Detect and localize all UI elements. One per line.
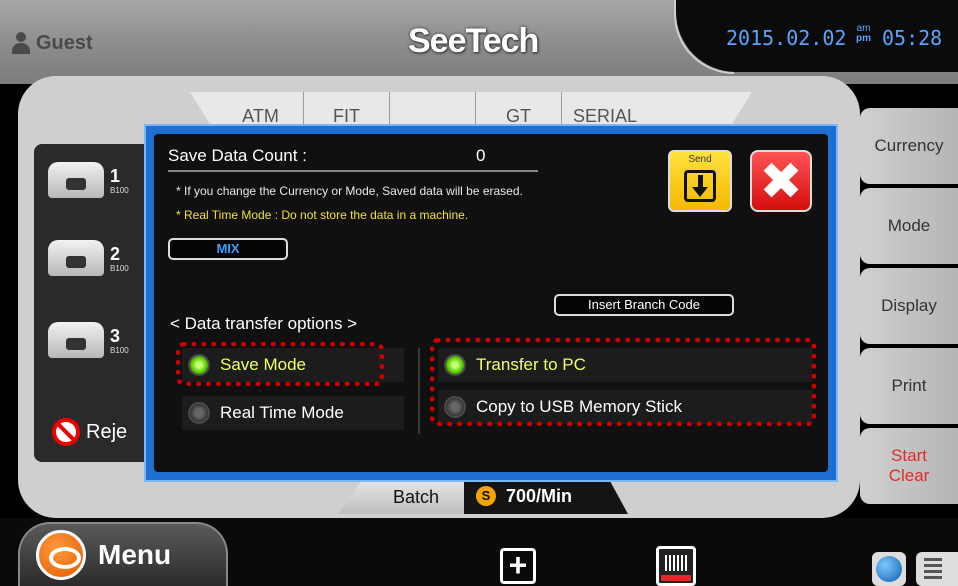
date-display: 2015.02.02 xyxy=(726,26,847,50)
save-mode-highlight xyxy=(176,342,384,386)
prohibited-icon xyxy=(52,418,80,446)
user-indicator: Guest xyxy=(12,28,93,58)
transfer-target-highlight xyxy=(430,338,816,426)
tab-blank[interactable] xyxy=(390,92,476,126)
clock-panel: 2015.02.02 am pm 05:28 xyxy=(674,0,958,74)
batch-label[interactable]: Batch xyxy=(338,478,464,514)
device-number: 2 xyxy=(110,244,121,264)
dialog-body: Save Data Count : 0 * If you change the … xyxy=(154,134,828,472)
download-arrow-icon xyxy=(684,170,716,202)
tab-gt[interactable]: GT xyxy=(476,92,562,126)
options-divider xyxy=(418,348,420,434)
speed-icon: S xyxy=(476,486,496,506)
add-button[interactable]: + xyxy=(500,548,536,584)
ampm-indicator: am pm xyxy=(856,24,871,44)
device-item-2[interactable]: 2 B100 xyxy=(34,226,154,300)
speed-value: 700/Min xyxy=(506,485,573,506)
radio-unselected-icon xyxy=(188,402,210,424)
print-tray-icon xyxy=(661,575,691,581)
tab-fit[interactable]: FIT xyxy=(304,92,390,126)
receipt-print-button[interactable] xyxy=(656,546,696,586)
mix-button[interactable]: MIX xyxy=(168,238,288,260)
display-button[interactable]: Display xyxy=(860,268,958,344)
device-model: B100 xyxy=(110,346,129,355)
pm-label: pm xyxy=(856,33,871,44)
counting-machine-icon xyxy=(48,322,104,358)
currency-button[interactable]: Currency xyxy=(860,108,958,184)
currency-warning-note: * If you change the Currency or Mode, Sa… xyxy=(176,184,523,198)
counting-machine-icon xyxy=(48,240,104,276)
device-model: B100 xyxy=(110,186,129,195)
user-icon xyxy=(12,32,30,54)
speed-indicator[interactable]: S 700/Min xyxy=(464,478,628,514)
device-item-1[interactable]: 1 B100 xyxy=(34,148,154,222)
side-menu: Currency Mode Display Print Start Clear xyxy=(860,108,958,508)
device-number: 3 xyxy=(110,326,121,346)
time-display: 05:28 xyxy=(882,26,943,50)
device-list: 1 B100 2 B100 3 B100 xyxy=(34,144,154,462)
mode-button[interactable]: Mode xyxy=(860,188,958,264)
reject-label: Reje xyxy=(86,420,128,443)
menu-button[interactable]: Menu xyxy=(18,522,228,586)
device-model: B100 xyxy=(110,264,129,273)
device-number: 1 xyxy=(110,166,121,186)
send-label: Send xyxy=(688,154,712,165)
brand-logo: SeeTech xyxy=(408,22,539,60)
status-bar: Batch S 700/Min xyxy=(338,478,628,514)
real-time-mode-label: Real Time Mode xyxy=(220,403,344,422)
barcode-icon xyxy=(665,555,687,571)
close-button[interactable]: ✖ xyxy=(750,150,812,212)
top-bar: Guest SeeTech 2015.02.02 am pm 05:28 xyxy=(0,0,958,84)
tab-atm[interactable]: ATM xyxy=(218,92,304,126)
real-time-mode-option[interactable]: Real Time Mode xyxy=(182,396,404,430)
real-time-note: * Real Time Mode : Do not store the data… xyxy=(176,208,469,222)
send-button[interactable]: Send xyxy=(668,150,732,212)
device-item-3[interactable]: 3 B100 xyxy=(34,308,154,382)
print-button[interactable]: Print xyxy=(860,348,958,424)
tab-serial[interactable]: SERIAL xyxy=(562,92,648,126)
mode-tabs: ATM FIT GT SERIAL xyxy=(190,92,752,128)
user-name: Guest xyxy=(36,31,93,54)
settings-icon[interactable] xyxy=(916,552,958,586)
reject-item[interactable]: Reje xyxy=(52,418,127,446)
counting-machine-icon xyxy=(48,162,104,198)
data-transfer-dialog: Save Data Count : 0 * If you change the … xyxy=(144,124,838,482)
insert-branch-code-button[interactable]: Insert Branch Code xyxy=(554,294,734,316)
save-data-count-label: Save Data Count : xyxy=(168,146,307,165)
transfer-options-heading: < Data transfer options > xyxy=(170,314,358,333)
title-divider xyxy=(168,170,538,172)
menu-label: Menu xyxy=(98,539,172,570)
menu-icon xyxy=(36,530,86,580)
globe-icon[interactable] xyxy=(872,552,906,586)
save-data-count-value: 0 xyxy=(476,146,486,165)
start-clear-button[interactable]: Start Clear xyxy=(860,428,958,504)
